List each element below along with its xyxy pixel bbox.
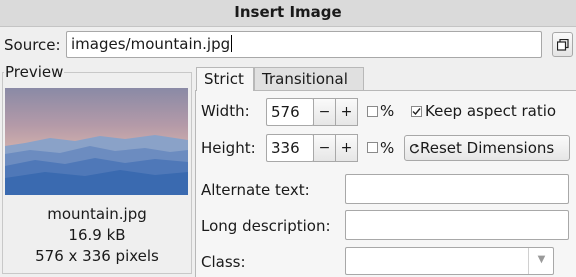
browse-file-icon bbox=[557, 39, 569, 51]
source-value: images/mountain.jpg bbox=[71, 35, 231, 53]
source-input[interactable]: images/mountain.jpg bbox=[66, 31, 542, 58]
width-label: Width: bbox=[201, 102, 250, 120]
keep-aspect-checkbox[interactable] bbox=[411, 106, 422, 117]
keep-aspect-label: Keep aspect ratio bbox=[425, 102, 557, 120]
tab-transitional[interactable]: Transitional bbox=[254, 67, 364, 91]
tab-strict[interactable]: Strict bbox=[196, 67, 254, 91]
width-input[interactable]: 576 bbox=[266, 98, 314, 126]
checkmark-icon bbox=[412, 108, 421, 116]
alt-text-input[interactable] bbox=[345, 174, 569, 204]
preview-legend: Preview bbox=[4, 63, 65, 81]
height-percent-checkbox[interactable] bbox=[367, 142, 378, 153]
dropdown-arrow-icon[interactable]: ▼ bbox=[528, 248, 554, 274]
source-label: Source: bbox=[4, 36, 61, 54]
text-caret bbox=[231, 35, 233, 52]
preview-file-name: mountain.jpg bbox=[47, 205, 147, 223]
preview-dimensions: 576 x 336 pixels bbox=[35, 247, 159, 265]
alt-text-label: Alternate text: bbox=[201, 181, 310, 199]
height-decrement-button[interactable]: − bbox=[313, 134, 336, 162]
mountain-thumbnail bbox=[5, 88, 188, 195]
reset-icon bbox=[410, 144, 420, 154]
height-increment-button[interactable]: + bbox=[335, 134, 358, 162]
width-percent-label: % bbox=[380, 102, 395, 120]
width-decrement-button[interactable]: − bbox=[313, 98, 336, 126]
class-label: Class: bbox=[201, 253, 246, 271]
long-description-input[interactable] bbox=[345, 210, 569, 240]
reset-dimensions-button[interactable]: Reset Dimensions bbox=[404, 135, 570, 161]
height-input[interactable]: 336 bbox=[266, 134, 314, 162]
width-increment-button[interactable]: + bbox=[335, 98, 358, 126]
reset-dimensions-label: Reset Dimensions bbox=[420, 139, 555, 157]
browse-button[interactable] bbox=[552, 32, 573, 57]
dialog-title: Insert Image bbox=[0, 0, 576, 27]
height-percent-label: % bbox=[380, 139, 395, 157]
width-percent-checkbox[interactable] bbox=[367, 106, 378, 117]
height-label: Height: bbox=[201, 139, 256, 157]
preview-image bbox=[5, 88, 188, 195]
class-select[interactable] bbox=[345, 247, 554, 275]
long-description-label: Long description: bbox=[201, 217, 331, 235]
preview-file-size: 16.9 kB bbox=[68, 226, 126, 244]
